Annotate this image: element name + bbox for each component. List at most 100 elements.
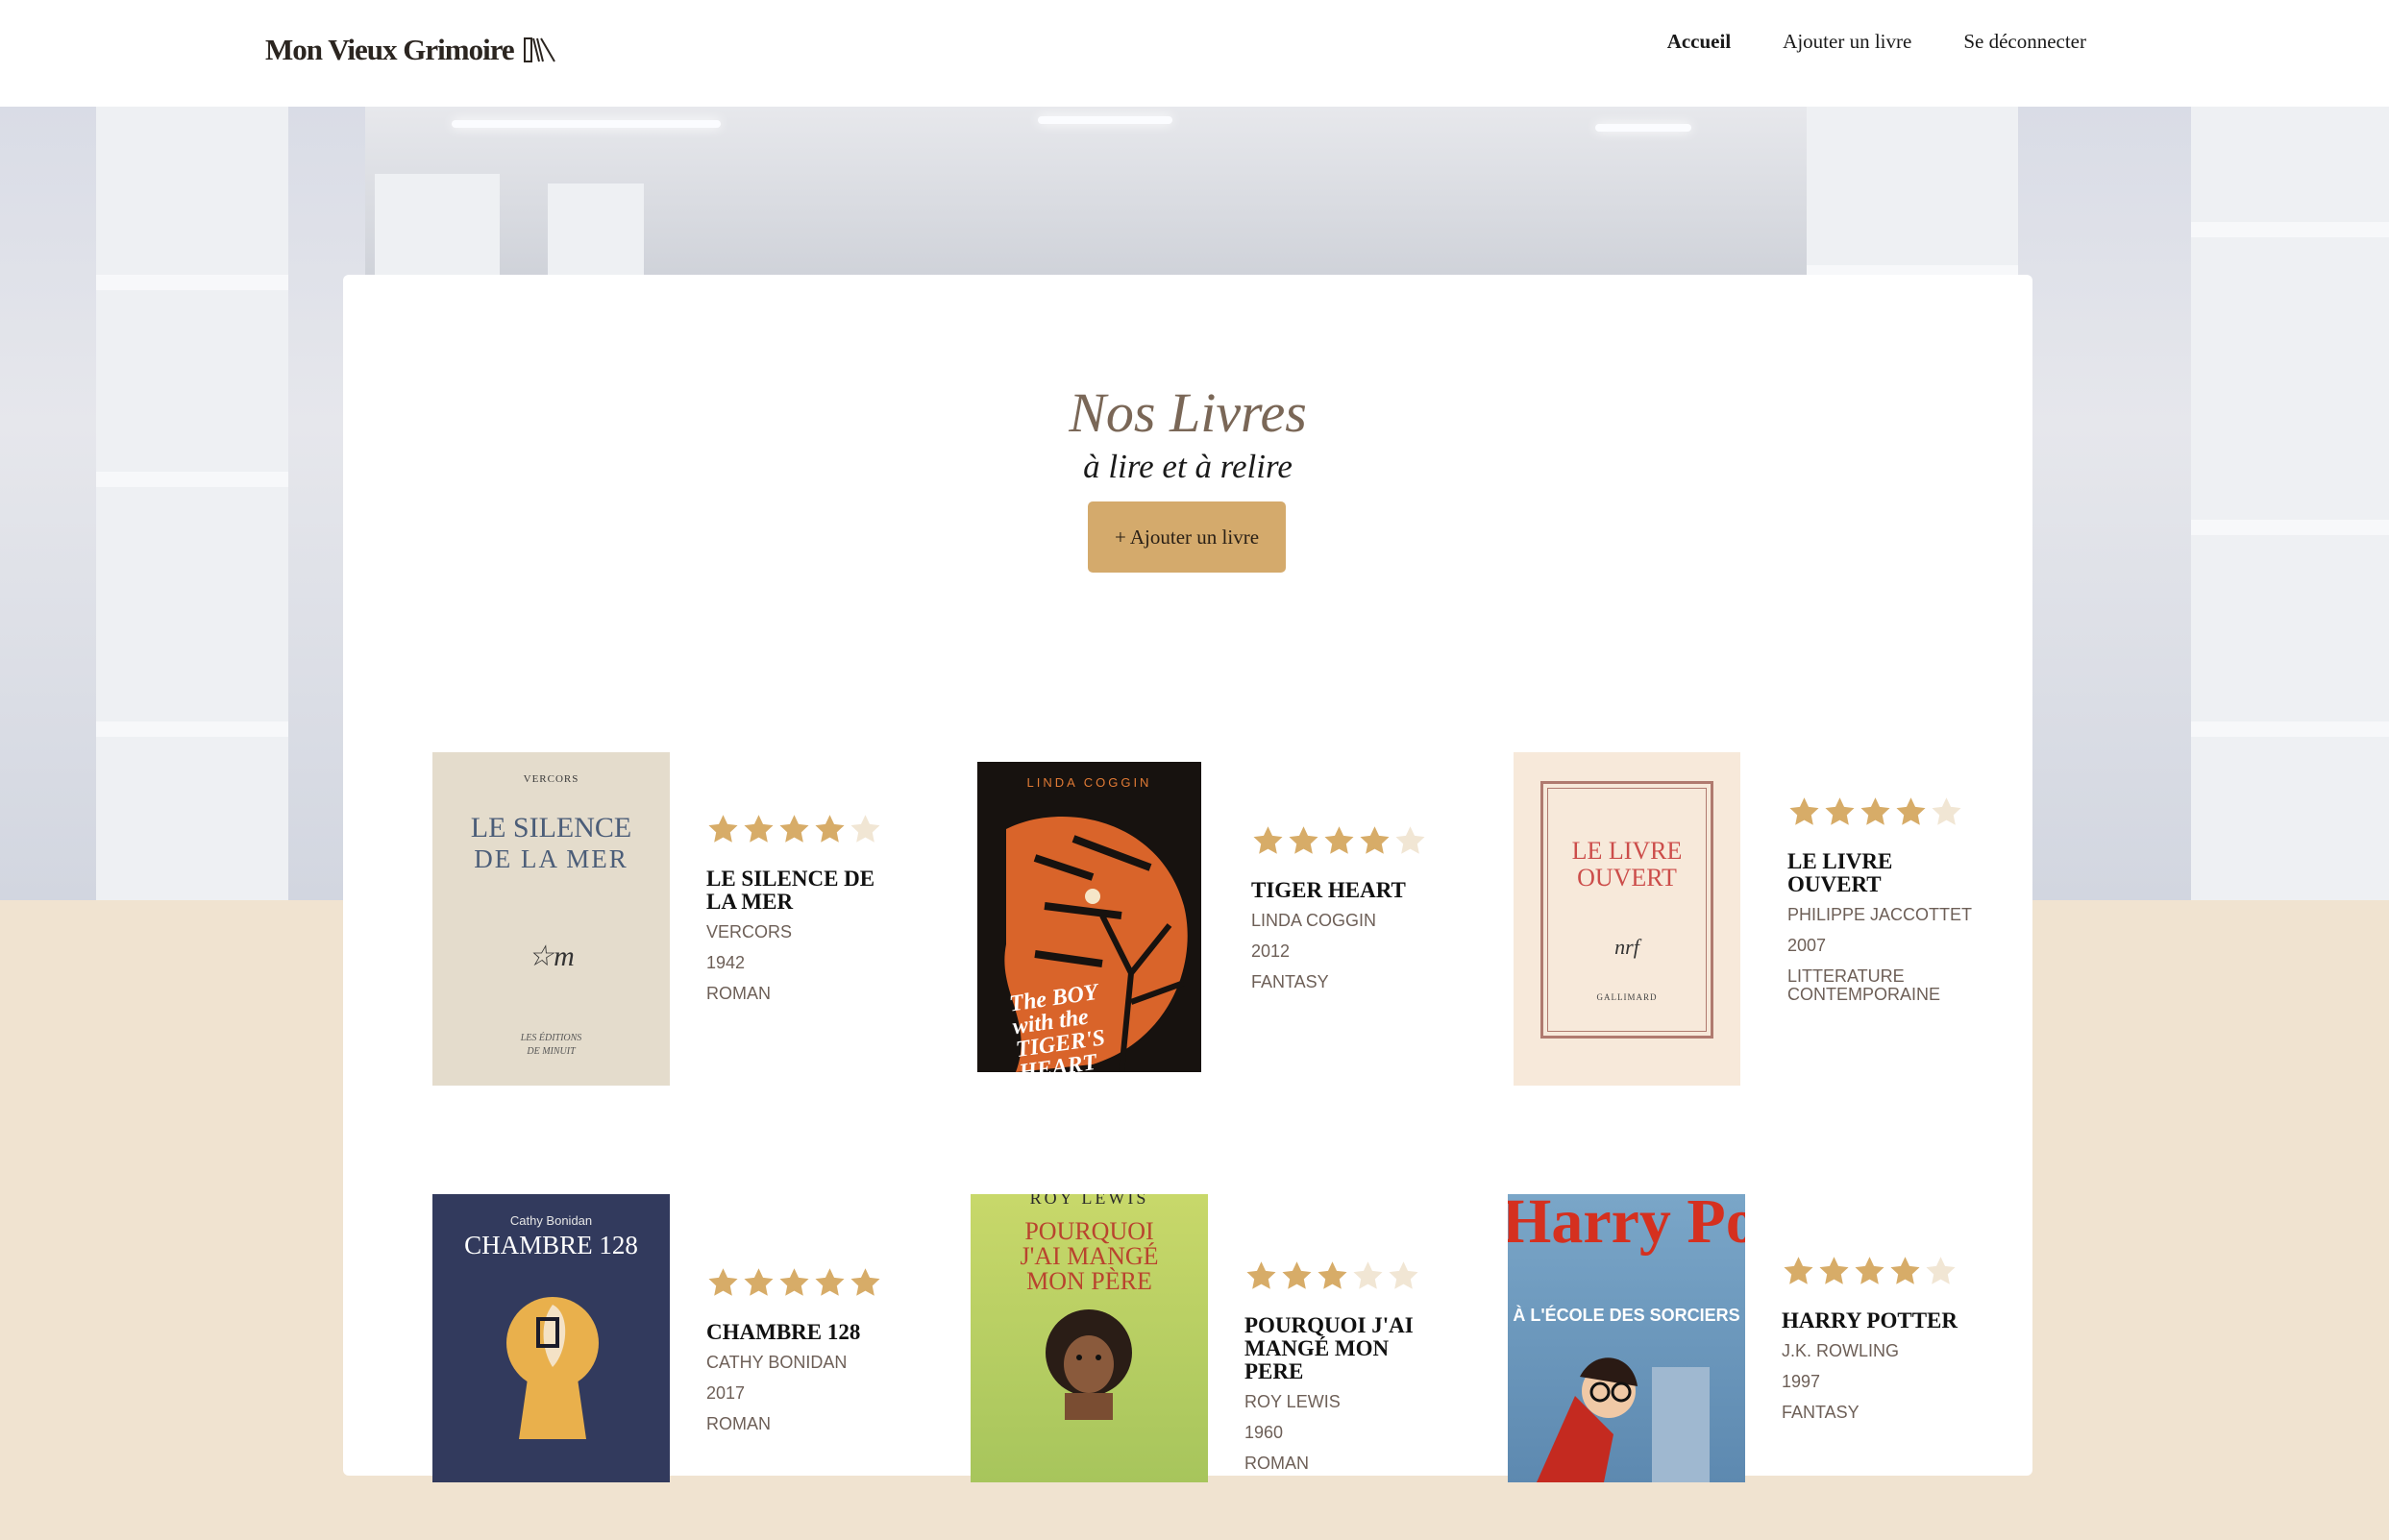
add-book-button[interactable]: + Ajouter un livre	[1088, 501, 1286, 573]
star-filled-icon	[1784, 1257, 1813, 1284]
bookshelf-center-left	[375, 174, 500, 280]
nav-se-deconnecter[interactable]: Se déconnecter	[1963, 27, 2086, 56]
site-header: Mon Vieux Grimoire Accueil Ajouter un li…	[0, 0, 2389, 107]
book-title[interactable]: LE SILENCE DE LA MER	[706, 868, 908, 914]
book-author: CATHY BONIDAN	[706, 1353, 848, 1372]
book-cover[interactable]: LINDA COGGIN The BOY with the TIGER'S HE…	[977, 762, 1201, 1072]
star-empty-icon	[1353, 1261, 1383, 1289]
book-author: ROY LEWIS	[1244, 1392, 1341, 1411]
nav-ajouter-un-livre[interactable]: Ajouter un livre	[1783, 27, 1911, 56]
star-filled-icon	[708, 815, 738, 843]
book-title[interactable]: HARRY POTTER	[1782, 1309, 1983, 1332]
cover-title: CHAMBRE 128	[464, 1231, 638, 1259]
book-author: J.K. ROWLING	[1782, 1341, 1900, 1360]
book-author: VERCORS	[706, 922, 793, 941]
book-title[interactable]: POURQUOI J'AI MANGÉ MON PERE	[1244, 1314, 1446, 1383]
book-genre: FANTASY	[1782, 1403, 1859, 1422]
star-filled-icon	[1282, 1261, 1312, 1289]
book-year: 2017	[706, 1383, 746, 1403]
book-title[interactable]: TIGER HEART	[1251, 879, 1453, 902]
ceiling-lamp	[1038, 116, 1172, 124]
bookshelf-center	[548, 183, 644, 280]
cover-subtitle: À L'ÉCOLE DES SORCIERS	[1513, 1306, 1740, 1325]
star-filled-icon	[1789, 797, 1819, 825]
rating-stars	[706, 813, 908, 846]
book-card[interactable]: LINDA COGGIN The BOY with the TIGER'S HE…	[977, 752, 1458, 1098]
cover-title-line1: POURQUOI	[1024, 1217, 1154, 1245]
bookshelf-far-right	[2191, 107, 2389, 900]
star-empty-icon	[1389, 1261, 1418, 1289]
cover-title: The BOY with the TIGER'S HEART	[1007, 980, 1107, 1072]
book-title[interactable]: CHAMBRE 128	[706, 1321, 908, 1344]
book-author: LINDA COGGIN	[1251, 911, 1377, 930]
book-year: 2012	[1251, 941, 1291, 961]
cover-publisher: LES ÉDITIONS	[520, 1033, 582, 1043]
bookshelf-left	[96, 107, 288, 900]
star-empty-icon	[1932, 797, 1961, 825]
book-genre: FANTASY	[1251, 972, 1329, 991]
book-author: PHILIPPE JACCOTTET	[1787, 905, 1973, 924]
cover-author: Cathy Bonidan	[509, 1213, 593, 1228]
cover-publisher: GALLIMARD	[1596, 992, 1658, 1002]
cover-mark: ☆m	[528, 941, 575, 972]
wizard-illustration	[1537, 1357, 1710, 1482]
star-empty-icon	[1395, 826, 1425, 854]
book-cover[interactable]: Harry Potter À L'ÉCOLE DES SORCIERS	[1508, 1194, 1745, 1482]
star-filled-icon	[1246, 1261, 1276, 1289]
book-card[interactable]: ROY LEWIS POURQUOI J'AI MANGÉ MON PÈRE P…	[971, 1194, 1451, 1540]
keyhole-illustration	[506, 1297, 599, 1439]
star-filled-icon	[815, 1268, 845, 1296]
star-filled-icon	[744, 1268, 774, 1296]
book-genre: LITTERATURE CONTEMPORAINE	[1787, 966, 1941, 1004]
rating-stars	[1782, 1255, 1983, 1288]
book-cover[interactable]: VERCORS LE SILENCE DE LA MER ☆m LES ÉDIT…	[432, 752, 670, 1086]
book-card[interactable]: Cathy Bonidan CHAMBRE 128 CHAMBRE 128 CA…	[432, 1194, 913, 1540]
site-logo[interactable]: Mon Vieux Grimoire	[265, 27, 558, 73]
star-filled-icon	[1318, 1261, 1347, 1289]
ceiling-lamp	[452, 120, 721, 128]
books-card: Nos Livres à lire et à relire + Ajouter …	[343, 275, 2032, 1482]
star-filled-icon	[815, 815, 845, 843]
star-filled-icon	[708, 1268, 738, 1296]
star-filled-icon	[744, 815, 774, 843]
cover-author: LINDA COGGIN	[1026, 775, 1152, 790]
star-filled-icon	[1819, 1257, 1849, 1284]
star-filled-icon	[1860, 797, 1890, 825]
rating-stars	[1787, 795, 1989, 829]
main-nav: Accueil Ajouter un livre Se déconnecter	[1667, 27, 2086, 56]
book-year: 1997	[1782, 1372, 1821, 1391]
star-empty-icon	[1926, 1257, 1956, 1284]
rating-stars	[1244, 1259, 1446, 1293]
book-card[interactable]: Harry Potter À L'ÉCOLE DES SORCIERS HARR…	[1508, 1194, 1988, 1540]
book-genre: ROMAN	[706, 984, 771, 1003]
star-filled-icon	[850, 1268, 880, 1296]
book-cover[interactable]: ROY LEWIS POURQUOI J'AI MANGÉ MON PÈRE	[971, 1194, 1208, 1482]
star-filled-icon	[1253, 826, 1283, 854]
book-cover[interactable]: Cathy Bonidan CHAMBRE 128	[432, 1194, 670, 1482]
star-filled-icon	[1360, 826, 1390, 854]
book-card[interactable]: VERCORS LE SILENCE DE LA MER ☆m LES ÉDIT…	[432, 752, 913, 1098]
book-card[interactable]: LE LIVRE OUVERT nrf GALLIMARD LE LIVRE O…	[1514, 752, 1994, 1098]
rating-stars	[706, 1266, 908, 1300]
book-year: 1942	[706, 953, 746, 972]
page-subtitle: à lire et à relire	[1083, 448, 1293, 485]
star-filled-icon	[1855, 1257, 1884, 1284]
star-filled-icon	[779, 1268, 809, 1296]
cover-title-line2: OUVERT	[1577, 864, 1677, 892]
cover-title-line3: MON PÈRE	[1026, 1267, 1152, 1295]
cover-title-line2: DE LA MER	[474, 844, 628, 873]
book-year: 1960	[1244, 1423, 1284, 1442]
cover-title: Harry Potter	[1508, 1194, 1745, 1257]
logo-text: Mon Vieux Grimoire	[265, 33, 515, 66]
book-cover[interactable]: LE LIVRE OUVERT nrf GALLIMARD	[1514, 752, 1740, 1086]
cover-author: ROY LEWIS	[1029, 1194, 1149, 1208]
ceiling-lamp	[1595, 124, 1691, 132]
book-title[interactable]: LE LIVRE OUVERT	[1787, 850, 1989, 896]
book-genre: ROMAN	[706, 1414, 771, 1433]
cover-publisher-line2: DE MINUIT	[527, 1046, 576, 1057]
nav-accueil[interactable]: Accueil	[1667, 27, 1731, 56]
book-logo-icon	[523, 37, 555, 62]
page-title: Nos Livres	[1069, 381, 1307, 444]
star-empty-icon	[850, 815, 880, 843]
book-year: 2007	[1787, 936, 1827, 955]
